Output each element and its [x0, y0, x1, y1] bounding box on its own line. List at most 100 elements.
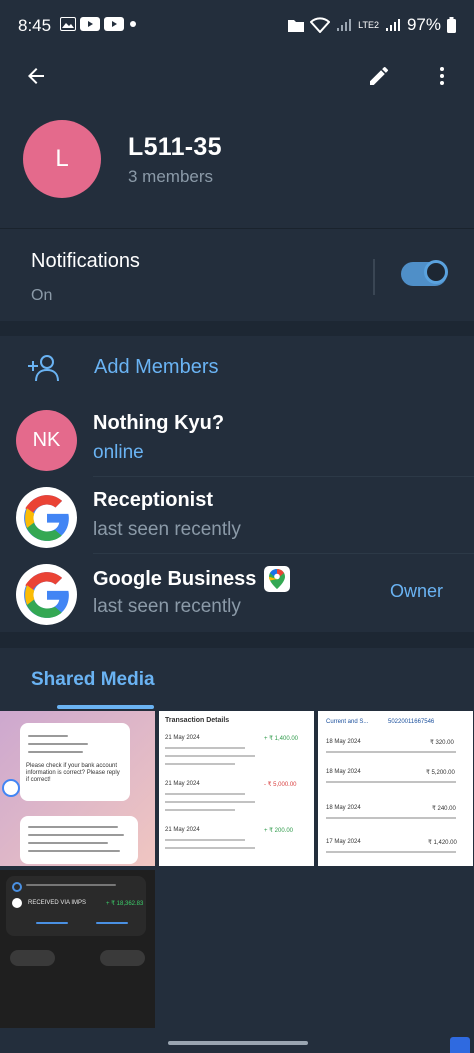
- avatar-initials: NK: [32, 429, 61, 451]
- text-line: [28, 850, 120, 852]
- member-row-nothing-kyu[interactable]: NK Nothing Kyu? online: [0, 400, 474, 477]
- thumb-title: RECEIVED VIA IMPS: [28, 900, 87, 906]
- notification-icons: [60, 17, 138, 31]
- member-row-google-business[interactable]: Google Business last seen recently Owner: [0, 554, 474, 631]
- member-name: Google Business: [93, 567, 257, 590]
- members-count: 3 members: [128, 167, 214, 186]
- notifications-status: On: [31, 287, 53, 304]
- text-line: [165, 747, 245, 749]
- thumb-date: 21 May 2024: [165, 735, 200, 741]
- thumb-amount: ₹ 240.00: [432, 806, 456, 812]
- battery-icon: [447, 17, 456, 33]
- avatar: NK: [16, 410, 77, 471]
- text-line: [326, 751, 456, 753]
- thumb-date: 18 May 2024: [326, 739, 361, 745]
- wifi-icon: [310, 17, 331, 33]
- notifications-divider: [373, 259, 375, 295]
- pencil-icon: [370, 66, 389, 85]
- member-name: Nothing Kyu?: [93, 412, 225, 434]
- text-line: [36, 922, 68, 924]
- folder-icon: [288, 20, 305, 32]
- thumb-date: 18 May 2024: [326, 805, 361, 811]
- status-right-group: LTE2 97%: [288, 15, 456, 35]
- text-line: [165, 847, 255, 849]
- overlay-bubble-icon[interactable]: [450, 1037, 470, 1053]
- text-line: [26, 884, 116, 886]
- tab-indicator: [57, 705, 154, 709]
- media-thumbnail[interactable]: RECEIVED VIA IMPS + ₹ 18,362.83: [0, 870, 155, 1028]
- group-avatar[interactable]: L: [23, 120, 101, 198]
- add-members-label: Add Members: [94, 356, 219, 378]
- media-thumbnail[interactable]: Current and S... 50220011667546 18 May 2…: [318, 711, 473, 866]
- action-chip: [100, 950, 145, 966]
- group-name: L511-35: [128, 133, 222, 161]
- more-options-button[interactable]: [422, 56, 462, 96]
- text-line: [165, 755, 255, 757]
- member-status: last seen recently: [93, 596, 241, 617]
- profile-header: L L511-35 3 members: [0, 52, 474, 228]
- avatar: [16, 487, 77, 548]
- thumb-date: 21 May 2024: [165, 781, 200, 787]
- google-maps-badge-icon: [264, 566, 291, 592]
- text-line: [165, 839, 245, 841]
- text-line: [96, 922, 128, 924]
- battery-percent: 97%: [406, 15, 441, 34]
- text-line: [28, 834, 124, 836]
- text-line: [165, 793, 245, 795]
- status-time: 8:45: [18, 16, 52, 35]
- action-chip: [10, 950, 55, 966]
- group-avatar-letter: L: [55, 145, 69, 172]
- thumb-title: Transaction Details: [165, 717, 230, 724]
- edit-button[interactable]: [359, 56, 399, 96]
- back-arrow-icon: [28, 68, 44, 84]
- thumb-amount: ₹ 320.00: [430, 740, 454, 746]
- thumb-date: 18 May 2024: [326, 769, 361, 775]
- members-list: Add Members NK Nothing Kyu? online Recep…: [0, 336, 474, 632]
- owner-badge: Owner: [389, 581, 443, 601]
- media-thumbnail[interactable]: Transaction Details 21 May 2024 + ₹ 1,40…: [159, 711, 314, 866]
- thumb-date: 17 May 2024: [326, 839, 361, 845]
- gallery-icon: [60, 17, 76, 31]
- google-logo-icon: [23, 571, 69, 618]
- notifications-row[interactable]: Notifications On: [0, 228, 474, 321]
- member-status: last seen recently: [93, 519, 241, 540]
- text-line: [28, 743, 88, 745]
- thumb-amount: - ₹ 5,000.00: [264, 782, 297, 788]
- member-name-wrap: Google Business: [93, 566, 291, 592]
- shared-media-tab[interactable]: Shared Media: [31, 669, 155, 691]
- more-vert-icon: [440, 67, 444, 85]
- shared-media-section: Shared Media Please check if your bank a…: [0, 648, 474, 1053]
- thumb-amount: + ₹ 200.00: [264, 828, 294, 834]
- member-name: Receptionist: [93, 489, 214, 511]
- thumb-amount: + ₹ 18,362.83: [106, 901, 144, 907]
- notifications-label: Notifications: [31, 250, 140, 272]
- text-line: [165, 763, 235, 765]
- youtube-icon-2: [104, 17, 124, 31]
- status-bar: 8:45 LTE2 97%: [0, 0, 474, 52]
- member-row-receptionist[interactable]: Receptionist last seen recently: [0, 477, 474, 554]
- thumb-title: Current and S...: [326, 719, 369, 725]
- text-line: [28, 735, 68, 737]
- thumb-date: 21 May 2024: [165, 827, 200, 833]
- media-thumbnail[interactable]: Please check if your bank account inform…: [0, 711, 155, 866]
- avatar: [16, 564, 77, 625]
- home-indicator[interactable]: [168, 1041, 308, 1045]
- signal-icon: [337, 19, 352, 31]
- add-members-button[interactable]: Add Members: [0, 336, 474, 400]
- toggle-knob: [424, 260, 448, 284]
- text-line: [326, 781, 456, 783]
- chat-bubble-preview: [20, 816, 138, 864]
- sender-icon: [12, 898, 22, 908]
- app-icon: [12, 882, 22, 892]
- text-line: [165, 809, 235, 811]
- google-logo-icon: [23, 494, 69, 541]
- youtube-icon: [80, 17, 100, 31]
- notifications-toggle[interactable]: [401, 260, 448, 286]
- text-line: [165, 801, 255, 803]
- google-avatar-icon: [2, 779, 20, 797]
- add-user-icon: [28, 355, 59, 382]
- thumb-amount: ₹ 5,200.00: [426, 770, 455, 776]
- network-type: LTE2: [358, 20, 379, 30]
- back-button[interactable]: [16, 56, 56, 96]
- dot-icon: [130, 21, 136, 27]
